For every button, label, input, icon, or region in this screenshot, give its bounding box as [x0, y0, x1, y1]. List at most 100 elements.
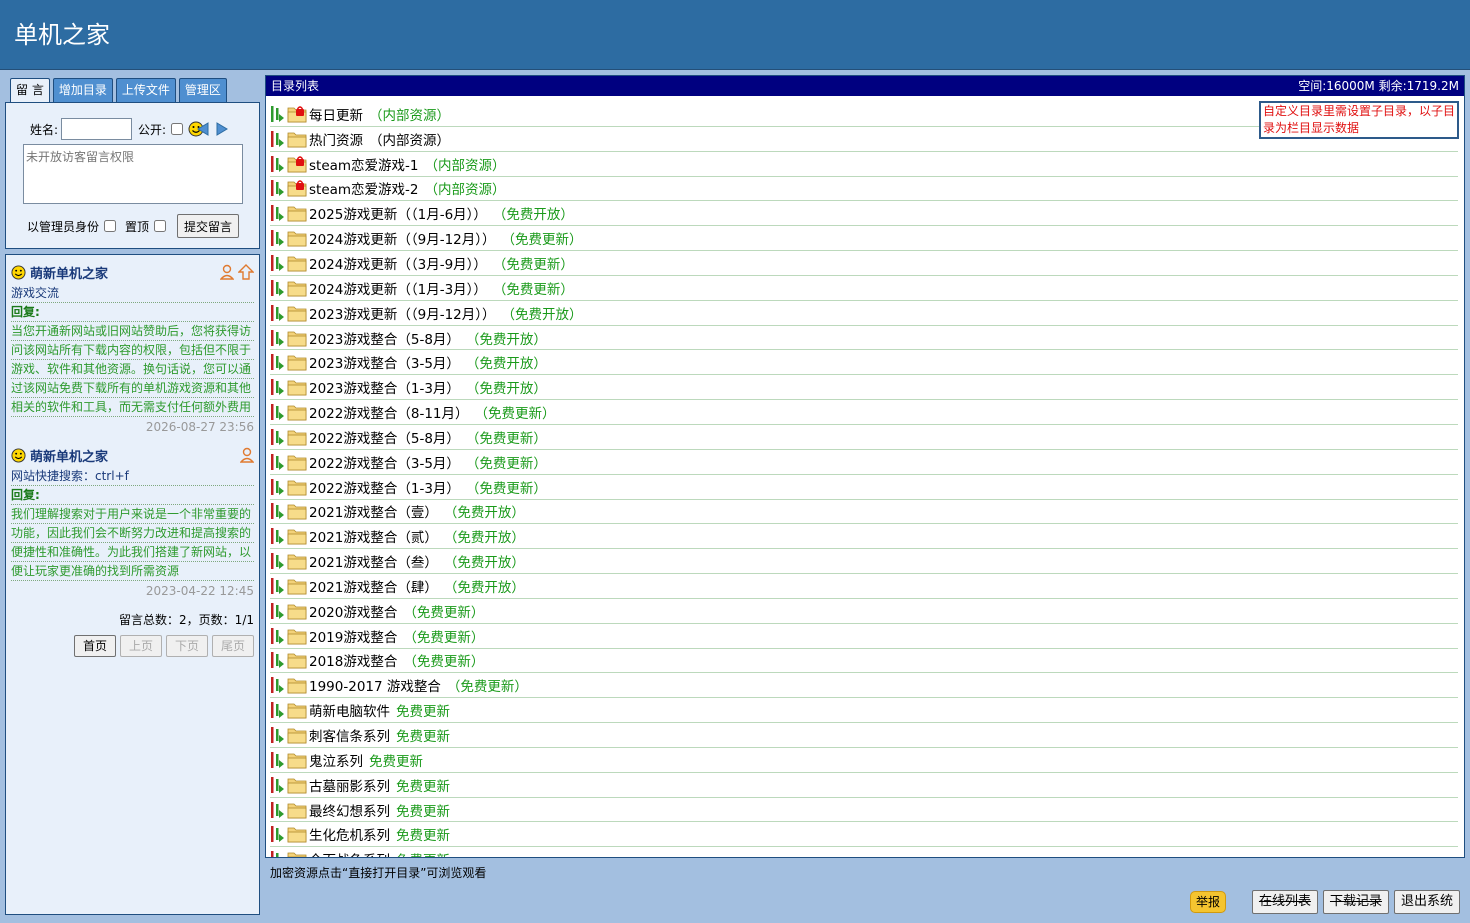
directory-name[interactable]: 2023游戏整合（1-3月）	[309, 377, 460, 397]
expand-toggle-icon[interactable]	[270, 254, 286, 272]
directory-row[interactable]: 2021游戏整合（叁） （免费开放）	[270, 549, 1458, 575]
name-input[interactable]	[61, 118, 133, 140]
directory-name[interactable]: 2022游戏整合（5-8月）	[309, 427, 460, 447]
expand-toggle-icon[interactable]	[270, 651, 286, 669]
directory-row[interactable]: 2021游戏整合（壹） （免费开放）	[270, 500, 1458, 525]
directory-name[interactable]: 每日更新	[309, 104, 363, 124]
tab-add-directory[interactable]: 增加目录	[52, 78, 113, 102]
directory-row[interactable]: 2021游戏整合（肆） （免费开放）	[270, 574, 1458, 599]
directory-name[interactable]: 最终幻想系列	[309, 800, 390, 820]
expand-toggle-icon[interactable]	[270, 105, 286, 123]
download-log-button[interactable]: 下载记录	[1322, 890, 1389, 914]
directory-name[interactable]: steam恋爱游戏-2	[309, 178, 419, 198]
expand-toggle-icon[interactable]	[270, 378, 286, 396]
last-page-button[interactable]: 尾页	[211, 635, 254, 657]
directory-name[interactable]: 2021游戏整合（壹）	[309, 501, 438, 521]
expand-toggle-icon[interactable]	[270, 155, 286, 173]
expand-toggle-icon[interactable]	[270, 577, 286, 595]
directory-name[interactable]: 2021游戏整合（叁）	[309, 551, 438, 571]
expand-toggle-icon[interactable]	[270, 279, 286, 297]
directory-name[interactable]: 2024游戏更新（（1月-3月））	[309, 278, 487, 298]
directory-name[interactable]: 2022游戏整合（3-5月）	[309, 452, 460, 472]
directory-name[interactable]: 2025游戏更新（（1月-6月））	[309, 203, 487, 223]
directory-name[interactable]: 2022游戏整合（1-3月）	[309, 477, 460, 497]
directory-name[interactable]: 2023游戏整合（3-5月）	[309, 352, 460, 372]
directory-row[interactable]: 2024游戏更新（（9月-12月）） （免费更新）	[270, 226, 1458, 252]
expand-toggle-icon[interactable]	[270, 801, 286, 819]
directory-name[interactable]: steam恋爱游戏-1	[309, 154, 419, 174]
directory-name[interactable]: 萌新电脑软件	[309, 700, 390, 720]
directory-row[interactable]: 生化危机系列 免费更新	[270, 822, 1458, 848]
expand-toggle-icon[interactable]	[270, 527, 286, 545]
directory-row[interactable]: 鬼泣系列 免费更新	[270, 748, 1458, 773]
admin-checkbox[interactable]	[104, 220, 117, 232]
directory-row[interactable]: 2022游戏整合（5-8月） （免费更新）	[270, 425, 1458, 450]
expand-toggle-icon[interactable]	[270, 179, 286, 197]
directory-row[interactable]: 2023游戏更新（（9月-12月）） （免费开放）	[270, 301, 1458, 326]
directory-row[interactable]: 1990-2017 游戏整合 （免费更新）	[270, 673, 1458, 699]
directory-row[interactable]: 2025游戏更新（（1月-6月）） （免费开放）	[270, 201, 1458, 227]
directory-row[interactable]: 2018游戏整合 （免费更新）	[270, 649, 1458, 674]
directory-row[interactable]: 2024游戏更新（（3月-9月）） （免费更新）	[270, 251, 1458, 276]
directory-row[interactable]: 2023游戏整合（3-5月） （免费开放）	[270, 350, 1458, 376]
expand-toggle-icon[interactable]	[270, 453, 286, 471]
directory-row[interactable]: 2024游戏更新（（1月-3月）） （免费更新）	[270, 276, 1458, 301]
directory-name[interactable]: 热门资源	[309, 129, 363, 149]
logout-button[interactable]: 退出系统	[1393, 890, 1460, 914]
first-page-button[interactable]: 首页	[73, 635, 116, 657]
expand-toggle-icon[interactable]	[270, 130, 286, 148]
directory-name[interactable]: 古墓丽影系列	[309, 775, 390, 795]
arrow-right-icon[interactable]	[214, 121, 230, 137]
expand-toggle-icon[interactable]	[270, 403, 286, 421]
pin-checkbox[interactable]	[154, 220, 167, 232]
directory-name[interactable]: 2021游戏整合（贰）	[309, 526, 438, 546]
directory-name[interactable]: 刺客信条系列	[309, 725, 390, 745]
directory-name[interactable]: 2018游戏整合	[309, 650, 397, 670]
tab-upload-file[interactable]: 上传文件	[115, 78, 176, 102]
directory-row[interactable]: 刺客信条系列 免费更新	[270, 723, 1458, 748]
prev-page-button[interactable]: 上页	[119, 635, 162, 657]
message-textarea[interactable]	[23, 144, 243, 204]
directory-name[interactable]: 2024游戏更新（（9月-12月））	[309, 228, 496, 248]
directory-row[interactable]: 最终幻想系列 免费更新	[270, 798, 1458, 823]
directory-name[interactable]: 2019游戏整合	[309, 626, 397, 646]
directory-name[interactable]: 2023游戏整合（5-8月）	[309, 328, 460, 348]
tab-messages[interactable]: 留 言	[10, 78, 50, 103]
expand-toggle-icon[interactable]	[270, 776, 286, 794]
directory-row[interactable]: 萌新电脑软件 免费更新	[270, 698, 1458, 724]
next-page-button[interactable]: 下页	[165, 635, 208, 657]
arrow-left-icon[interactable]	[195, 121, 211, 137]
public-checkbox[interactable]	[171, 123, 184, 135]
directory-row[interactable]: 2022游戏整合（8-11月） （免费更新）	[270, 400, 1458, 425]
expand-toggle-icon[interactable]	[270, 701, 286, 719]
expand-toggle-icon[interactable]	[270, 204, 286, 222]
directory-name[interactable]: 2023游戏更新（（9月-12月））	[309, 303, 496, 323]
directory-row[interactable]: steam恋爱游戏-2 （内部资源）	[270, 177, 1458, 202]
directory-row[interactable]: 2023游戏整合（1-3月） （免费开放）	[270, 375, 1458, 401]
expand-toggle-icon[interactable]	[270, 502, 286, 520]
expand-toggle-icon[interactable]	[270, 329, 286, 347]
directory-name[interactable]: 2020游戏整合	[309, 601, 397, 621]
directory-row[interactable]: 2023游戏整合（5-8月） （免费开放）	[270, 326, 1458, 351]
directory-name[interactable]: 鬼泣系列	[309, 750, 363, 770]
submit-message-button[interactable]: 提交留言	[177, 214, 240, 238]
expand-toggle-icon[interactable]	[270, 353, 286, 371]
directory-row[interactable]: 2019游戏整合 （免费更新）	[270, 624, 1458, 649]
expand-toggle-icon[interactable]	[270, 478, 286, 496]
directory-name[interactable]: 生化危机系列	[309, 824, 390, 844]
directory-row[interactable]: 全面战争系列免费更新	[270, 847, 1458, 857]
expand-toggle-icon[interactable]	[270, 602, 286, 620]
directory-row[interactable]: 2022游戏整合（3-5月） （免费更新）	[270, 450, 1458, 475]
expand-toggle-icon[interactable]	[270, 552, 286, 570]
directory-row[interactable]: 2020游戏整合 （免费更新）	[270, 599, 1458, 624]
online-list-button[interactable]: 在线列表	[1251, 890, 1318, 914]
directory-name[interactable]: 2022游戏整合（8-11月）	[309, 402, 469, 422]
directory-name[interactable]: 2024游戏更新（（3月-9月））	[309, 253, 487, 273]
expand-toggle-icon[interactable]	[270, 751, 286, 769]
directory-name[interactable]: 2021游戏整合（肆）	[309, 576, 438, 596]
report-button[interactable]: 举报	[1189, 891, 1226, 913]
expand-toggle-icon[interactable]	[270, 304, 286, 322]
directory-row[interactable]: steam恋爱游戏-1 （内部资源）	[270, 152, 1458, 177]
directory-row[interactable]: 2021游戏整合（贰） （免费开放）	[270, 524, 1458, 550]
directory-name[interactable]: 1990-2017 游戏整合	[309, 675, 441, 695]
